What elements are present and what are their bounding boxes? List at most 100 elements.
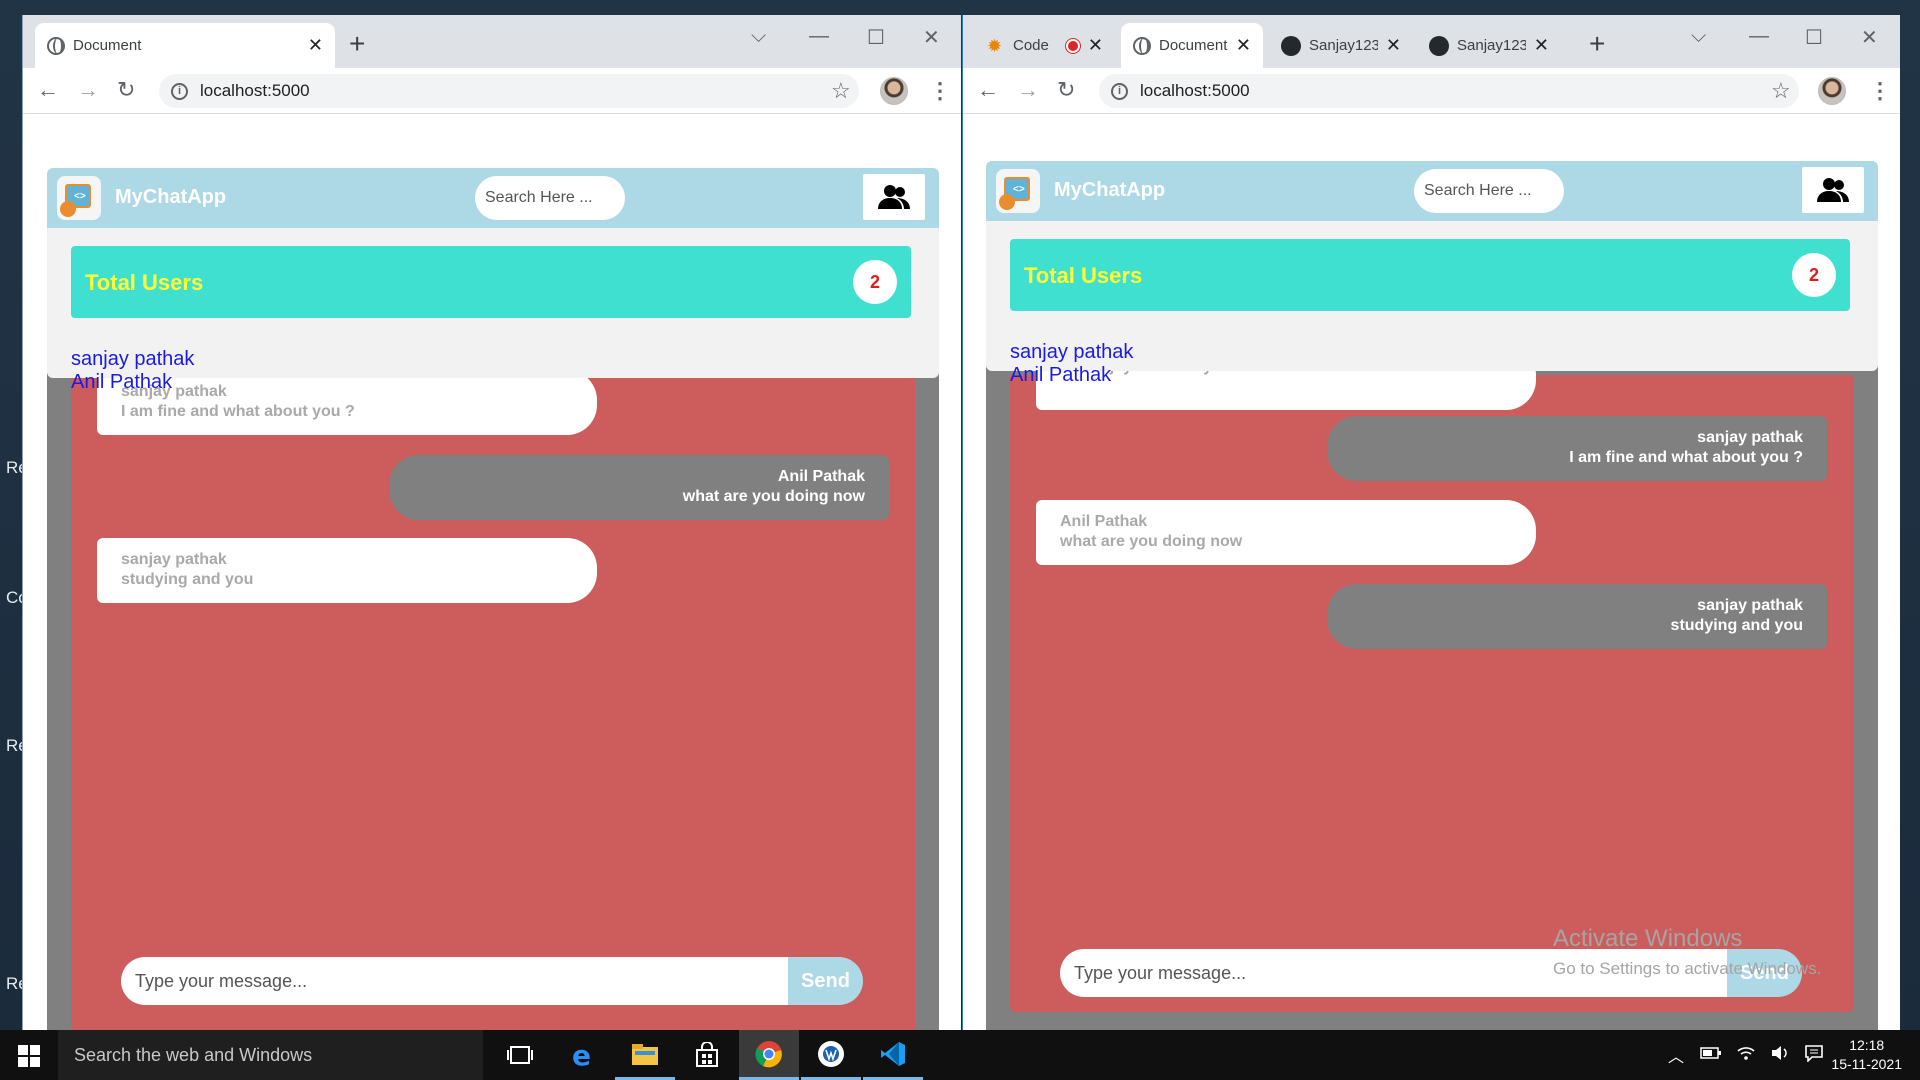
users-toggle-button[interactable] bbox=[1802, 167, 1864, 213]
total-users-bar: Total Users 2 bbox=[71, 246, 911, 318]
close-icon[interactable]: ✕ bbox=[308, 35, 323, 56]
close-icon[interactable]: ✕ bbox=[1386, 35, 1401, 56]
clock-time: 12:18 bbox=[1849, 1037, 1885, 1053]
user-list-item[interactable]: sanjay pathak bbox=[1010, 341, 1133, 364]
tab-title: Document bbox=[73, 37, 142, 54]
bookmark-star-icon[interactable]: ☆ bbox=[831, 78, 851, 104]
forward-icon[interactable]: → bbox=[1017, 78, 1039, 102]
tab-code[interactable]: ✹ Code ✕ bbox=[975, 23, 1115, 68]
forward-icon[interactable]: → bbox=[77, 78, 99, 102]
windows-start-icon[interactable] bbox=[18, 1045, 40, 1067]
github-icon bbox=[1281, 35, 1301, 56]
address-text: localhost:5000 bbox=[1140, 81, 1250, 100]
message-bubble: sanjay pathak studying and you bbox=[1327, 584, 1827, 649]
minimize-button[interactable]: — bbox=[1749, 25, 1769, 48]
message-sender: Anil Pathak bbox=[777, 468, 865, 485]
message-sender: Anil Pathak bbox=[1060, 513, 1148, 530]
message-sender: sanjay pathak bbox=[1697, 429, 1803, 446]
users-icon bbox=[878, 185, 910, 209]
tab-title: Sanjay123 bbox=[1457, 37, 1526, 54]
clock[interactable]: 12:18 15-11-2021 bbox=[1831, 1036, 1902, 1074]
new-tab-button[interactable]: + bbox=[1589, 29, 1605, 59]
globe-icon bbox=[47, 36, 65, 55]
wifi-icon[interactable] bbox=[1736, 1045, 1756, 1066]
new-tab-button[interactable]: + bbox=[349, 29, 365, 59]
total-users-label: Total Users bbox=[85, 270, 204, 295]
users-panel: Total Users 2 sanjay pathak Anil Pathak bbox=[47, 228, 939, 393]
svg-text:e: e bbox=[572, 1042, 591, 1068]
address-bar[interactable]: i localhost:5000 bbox=[159, 74, 859, 108]
message-bubble: Anil Pathak what are you doing now bbox=[1036, 500, 1536, 565]
github-icon bbox=[1429, 35, 1449, 56]
globe-icon bbox=[1133, 36, 1151, 55]
menu-kebab-icon[interactable]: ⋮ bbox=[1869, 78, 1891, 104]
user-list-item[interactable]: Anil Pathak bbox=[71, 371, 172, 394]
info-icon[interactable]: i bbox=[171, 82, 188, 100]
close-icon[interactable]: ✕ bbox=[1088, 35, 1103, 56]
total-users-bar: Total Users 2 bbox=[1010, 239, 1850, 311]
send-button[interactable]: Send bbox=[788, 957, 863, 1005]
edge-icon[interactable]: e bbox=[553, 1030, 613, 1080]
close-window-button[interactable]: ✕ bbox=[923, 25, 940, 50]
left-browser-window: Document ✕ + ⌵ — ☐ ✕ ← → ↻ i localhost:5… bbox=[22, 15, 961, 1030]
tab-title: Sanjay123 bbox=[1309, 37, 1378, 54]
chevron-down-icon[interactable]: ⌵ bbox=[1691, 25, 1706, 48]
total-users-count-badge: 2 bbox=[1792, 253, 1836, 297]
chevron-down-icon[interactable]: ⌵ bbox=[751, 25, 766, 48]
maximize-button[interactable]: ☐ bbox=[1805, 25, 1823, 50]
task-view-icon[interactable] bbox=[490, 1030, 550, 1080]
profile-avatar-icon[interactable] bbox=[1818, 77, 1846, 105]
user-list-item[interactable]: Anil Pathak bbox=[1010, 364, 1111, 387]
profile-avatar-icon[interactable] bbox=[880, 77, 908, 105]
bookmark-star-icon[interactable]: ☆ bbox=[1771, 78, 1791, 104]
tab-title: Document bbox=[1159, 37, 1228, 54]
tab-strip: Document ✕ + ⌵ — ☐ ✕ bbox=[23, 15, 961, 68]
info-icon[interactable]: i bbox=[1111, 82, 1128, 100]
taskbar-search[interactable]: Search the web and Windows bbox=[58, 1030, 483, 1080]
message-bubble: sanjay pathak studying and you bbox=[97, 538, 597, 603]
close-icon[interactable]: ✕ bbox=[1534, 35, 1549, 56]
taskbar: Search the web and Windows e ︿ 12:18 15-… bbox=[0, 1030, 1920, 1080]
message-sender: sanjay pathak bbox=[1697, 597, 1803, 614]
watermark-title: Activate Windows bbox=[1553, 925, 1743, 952]
users-icon bbox=[1817, 178, 1849, 202]
battery-icon[interactable] bbox=[1700, 1046, 1722, 1065]
code-favicon-icon: ✹ bbox=[987, 35, 1003, 56]
back-icon[interactable]: ← bbox=[37, 78, 59, 102]
user-list-item[interactable]: sanjay pathak bbox=[71, 348, 194, 371]
search-input[interactable] bbox=[1414, 169, 1564, 213]
message-bubble: Anil Pathak what are you doing now bbox=[389, 455, 889, 520]
close-icon[interactable]: ✕ bbox=[1236, 35, 1251, 56]
app-header: <> MyChatApp bbox=[47, 168, 939, 228]
vscode-icon[interactable] bbox=[863, 1030, 923, 1080]
notification-icon[interactable] bbox=[1804, 1044, 1824, 1067]
reload-icon[interactable]: ↻ bbox=[117, 78, 135, 102]
users-toggle-button[interactable] bbox=[863, 174, 925, 220]
reload-icon[interactable]: ↻ bbox=[1057, 78, 1075, 102]
maximize-button[interactable]: ☐ bbox=[867, 25, 885, 50]
navigation-bar: ← → ↻ i localhost:5000 ☆ ⋮ bbox=[963, 68, 1900, 114]
message-input[interactable] bbox=[121, 957, 788, 1005]
search-input[interactable] bbox=[475, 176, 625, 220]
back-icon[interactable]: ← bbox=[977, 78, 999, 102]
minimize-button[interactable]: — bbox=[809, 25, 829, 48]
address-bar[interactable]: i localhost:5000 bbox=[1099, 74, 1799, 108]
app-running-icon[interactable] bbox=[801, 1030, 861, 1080]
tab-strip: ✹ Code ✕ Document ✕ Sanjay123 ✕ Sanjay12… bbox=[963, 15, 1900, 68]
tab-document[interactable]: Document ✕ bbox=[1121, 23, 1263, 68]
volume-icon[interactable] bbox=[1770, 1045, 1790, 1066]
tab-document[interactable]: Document ✕ bbox=[35, 23, 335, 68]
tab-github[interactable]: Sanjay123 ✕ bbox=[1269, 23, 1413, 68]
address-text: localhost:5000 bbox=[200, 81, 310, 100]
app-logo-icon: <> bbox=[996, 169, 1040, 213]
store-icon[interactable] bbox=[677, 1030, 737, 1080]
chrome-icon[interactable] bbox=[739, 1030, 799, 1080]
close-window-button[interactable]: ✕ bbox=[1861, 25, 1878, 50]
message-text: what are you doing now bbox=[1060, 533, 1243, 550]
menu-kebab-icon[interactable]: ⋮ bbox=[929, 78, 951, 104]
file-explorer-icon[interactable] bbox=[615, 1030, 675, 1080]
recording-icon bbox=[1065, 38, 1080, 53]
tab-github[interactable]: Sanjay123 ✕ bbox=[1417, 23, 1561, 68]
chevron-up-icon[interactable]: ︿ bbox=[1668, 1043, 1684, 1067]
message-text: studying and you bbox=[121, 571, 254, 588]
